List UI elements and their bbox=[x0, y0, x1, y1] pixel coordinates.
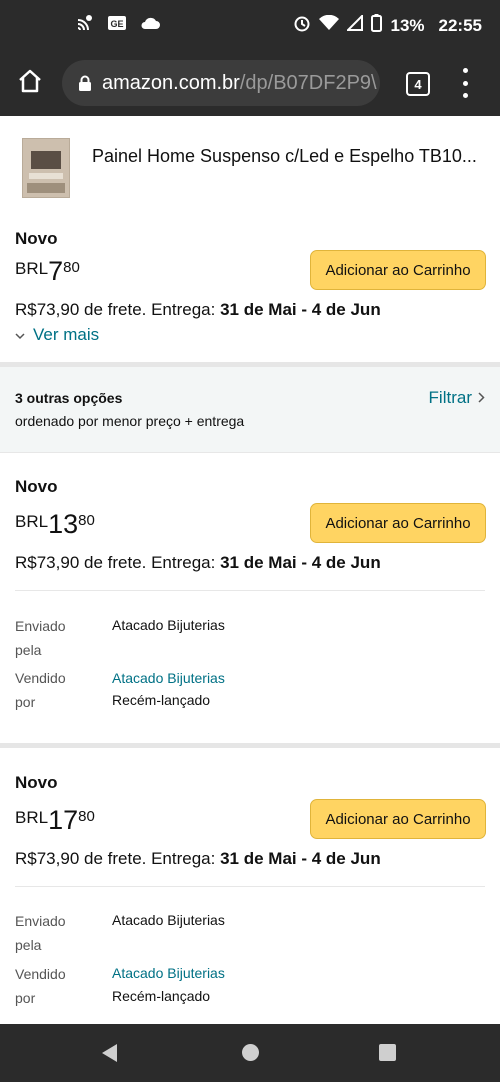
price-whole: 7 bbox=[48, 256, 64, 286]
add-to-cart-button[interactable]: Adicionar ao Carrinho bbox=[310, 250, 486, 290]
offer-divider bbox=[15, 590, 485, 591]
battery-percent: 13% bbox=[390, 15, 425, 35]
price: BRL 13 80 bbox=[15, 508, 95, 538]
condition: Novo bbox=[15, 477, 58, 496]
seller-status: Recém-lançado bbox=[112, 988, 211, 1004]
other-options-bar: 3 outras opções ordenado por menor preço… bbox=[0, 367, 500, 453]
seller-status: Recém-lançado bbox=[112, 692, 211, 708]
shipping-info: R$73,90 de frete. Entrega: 31 de Mai - 4… bbox=[15, 849, 381, 869]
add-to-cart-button[interactable]: Adicionar ao Carrinho bbox=[310, 503, 486, 543]
price-currency: BRL bbox=[15, 808, 49, 827]
clock: 22:55 bbox=[438, 15, 482, 35]
wifi-icon bbox=[319, 14, 340, 36]
options-count: 3 outras opções bbox=[15, 390, 123, 406]
back-icon[interactable] bbox=[102, 1044, 117, 1062]
shipping-info: R$73,90 de frete. Entrega: 31 de Mai - 4… bbox=[15, 300, 381, 320]
address-bar[interactable]: amazon.com.br/dp/B07DF2P9\ bbox=[62, 60, 380, 106]
chevron-down-icon bbox=[15, 325, 25, 345]
shipping-info: R$73,90 de frete. Entrega: 31 de Mai - 4… bbox=[15, 553, 381, 573]
system-nav-bar bbox=[0, 1024, 500, 1082]
filter-label: Filtrar bbox=[428, 388, 472, 407]
price-currency: BRL bbox=[15, 512, 49, 531]
price-fraction: 80 bbox=[78, 808, 95, 825]
filter-button[interactable]: Filtrar bbox=[429, 388, 485, 408]
price: BRL 17 80 bbox=[15, 804, 95, 834]
home-button[interactable] bbox=[14, 67, 46, 99]
price-currency: BRL bbox=[15, 259, 49, 278]
delivery-date: 31 de Mai - 4 de Jun bbox=[220, 300, 381, 319]
shipped-by-value: Atacado Bijuterias bbox=[112, 912, 225, 928]
delivery-date: 31 de Mai - 4 de Jun bbox=[220, 553, 381, 572]
product-title: Painel Home Suspenso c/Led e Espelho TB1… bbox=[92, 146, 477, 166]
chevron-right-icon bbox=[478, 388, 485, 408]
url-domain: amazon.com.br bbox=[102, 71, 240, 94]
price: BRL 7 80 bbox=[15, 255, 80, 285]
status-icons-right: 13% 22:55 bbox=[293, 13, 482, 37]
shipping-text: R$73,90 de frete. Entrega: bbox=[15, 849, 221, 868]
svg-text:GE: GE bbox=[110, 19, 123, 29]
offer-card: Novo BRL 17 80 Adicionar ao Carrinho R$7… bbox=[0, 748, 500, 1024]
add-to-cart-button[interactable]: Adicionar ao Carrinho bbox=[310, 799, 486, 839]
product-header[interactable]: Painel Home Suspenso c/Led e Espelho TB1… bbox=[0, 116, 500, 208]
price-whole: 17 bbox=[48, 805, 79, 835]
shipping-text: R$73,90 de frete. Entrega: bbox=[15, 553, 221, 572]
tab-count: 4 bbox=[414, 76, 422, 92]
recents-icon[interactable] bbox=[379, 1044, 396, 1061]
offer-divider bbox=[15, 886, 485, 887]
cast-icon bbox=[76, 14, 94, 37]
condition: Novo bbox=[15, 229, 58, 248]
battery-icon bbox=[371, 14, 383, 37]
tabs-icon[interactable]: 4 bbox=[406, 72, 430, 96]
product-thumbnail bbox=[22, 138, 70, 198]
menu-icon[interactable] bbox=[456, 68, 474, 98]
see-more-link[interactable]: Ver mais bbox=[15, 325, 99, 345]
browser-toolbar: amazon.com.br/dp/B07DF2P9\ 4 bbox=[0, 50, 500, 116]
seller-link[interactable]: Atacado Bijuterias bbox=[112, 965, 225, 981]
main-offer: Novo BRL 7 80 Adicionar ao Carrinho R$73… bbox=[0, 208, 500, 363]
condition: Novo bbox=[15, 773, 58, 792]
signal-icon bbox=[346, 13, 364, 36]
offer-card: Novo BRL 13 80 Adicionar ao Carrinho R$7… bbox=[0, 453, 500, 743]
price-whole: 13 bbox=[48, 509, 79, 539]
status-icons-left: GE bbox=[76, 14, 160, 37]
ge-icon: GE bbox=[108, 15, 126, 36]
shipping-text: R$73,90 de frete. Entrega: bbox=[15, 300, 221, 319]
alarm-icon bbox=[293, 14, 311, 37]
seller-link[interactable]: Atacado Bijuterias bbox=[112, 670, 225, 686]
sold-by-label: Vendido por bbox=[15, 670, 66, 710]
url-text: amazon.com.br/dp/B07DF2P9\ bbox=[102, 72, 377, 95]
cloud-icon bbox=[140, 16, 160, 35]
see-more-label: Ver mais bbox=[33, 325, 100, 344]
options-sort: ordenado por menor preço + entrega bbox=[15, 413, 245, 429]
lock-icon bbox=[78, 75, 92, 92]
home-icon bbox=[17, 68, 43, 99]
status-bar: GE 13% 22:55 bbox=[0, 0, 500, 50]
shipped-by-label: Enviado pela bbox=[15, 913, 66, 953]
price-fraction: 80 bbox=[63, 259, 80, 276]
url-path: /dp/B07DF2P9\ bbox=[239, 71, 377, 94]
shipped-by-value: Atacado Bijuterias bbox=[112, 617, 225, 633]
price-fraction: 80 bbox=[78, 512, 95, 529]
home-nav-icon[interactable] bbox=[242, 1044, 259, 1061]
delivery-date: 31 de Mai - 4 de Jun bbox=[220, 849, 381, 868]
sold-by-label: Vendido por bbox=[15, 966, 66, 1006]
shipped-by-label: Enviado pela bbox=[15, 618, 66, 658]
